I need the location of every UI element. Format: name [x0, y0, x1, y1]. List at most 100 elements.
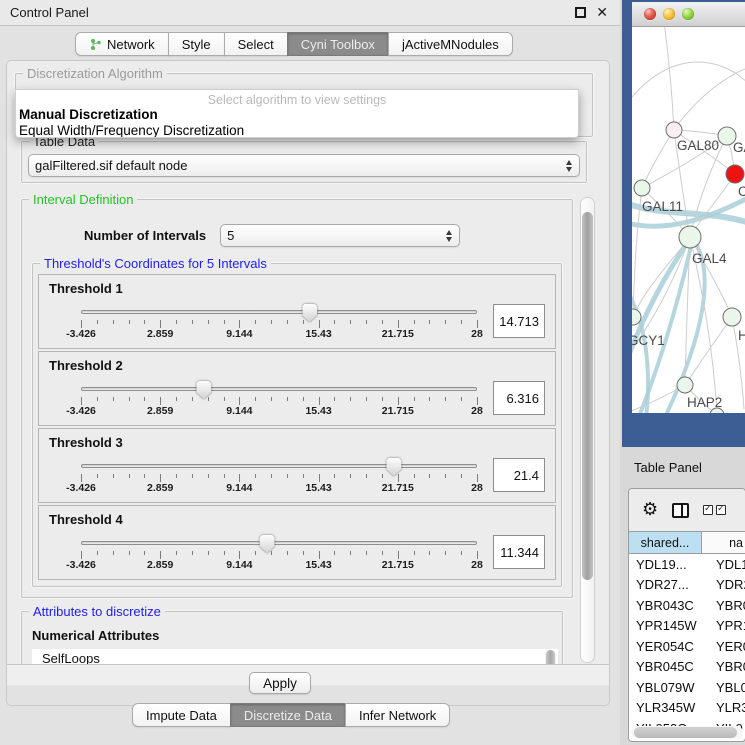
- number-of-intervals-value: 5: [227, 228, 234, 243]
- cell-shared-name: YER054C: [629, 639, 702, 654]
- network-node[interactable]: [634, 180, 650, 196]
- tick-mark: [160, 320, 161, 328]
- network-node[interactable]: [726, 165, 744, 183]
- tick-mark: [303, 320, 304, 324]
- threshold-slider-row: -3.4262.8599.14415.4321.71528 11.344: [49, 534, 545, 570]
- network-edge[interactable]: [664, 27, 674, 130]
- tab-cyni-toolbox[interactable]: Cyni Toolbox: [287, 32, 389, 56]
- tick-mark: [208, 474, 209, 478]
- slider-track[interactable]: [81, 310, 477, 314]
- tick-mark: [445, 551, 446, 555]
- slider-track[interactable]: [81, 541, 477, 545]
- tick-mark: [319, 474, 320, 482]
- tick-mark: [366, 320, 367, 324]
- table-body: YDL19...YDL1YDR27...YDR2YBR043CYBR0YPR14…: [629, 554, 745, 739]
- tick-mark: [271, 551, 272, 555]
- table-row[interactable]: YLR345WYLR3: [629, 698, 745, 719]
- slider-tick-labels: -3.4262.8599.14415.4321.71528: [81, 559, 477, 571]
- tab-network[interactable]: Network: [75, 32, 169, 56]
- tick-label: 9.144: [226, 482, 252, 494]
- table-row[interactable]: YBR045CYBR0: [629, 657, 745, 678]
- tick-mark: [81, 320, 82, 328]
- table-row[interactable]: YBR043CYBR0: [629, 595, 745, 616]
- cell-shared-name: YDL19...: [629, 557, 702, 572]
- network-node[interactable]: [723, 308, 741, 326]
- threshold-slider[interactable]: -3.4262.8599.14415.4321.71528: [81, 457, 477, 493]
- table-row[interactable]: YDL19...YDL1: [629, 554, 745, 575]
- algorithm-option[interactable]: Manual Discretization: [16, 107, 578, 123]
- threshold-panel: Threshold 2 -3.4262.8599.14415.4321.71528…: [38, 351, 556, 426]
- table-row[interactable]: YER054CYER0: [629, 636, 745, 657]
- tick-mark: [414, 320, 415, 324]
- node-label: GAL11: [642, 199, 683, 214]
- tick-mark: [192, 397, 193, 401]
- threshold-value-field[interactable]: 6.316: [493, 381, 545, 415]
- network-view-window[interactable]: GAL80GAGAL11CGAL4GCY1HHAP2: [622, 0, 745, 447]
- tick-mark: [445, 320, 446, 324]
- minimize-light-icon[interactable]: [663, 8, 675, 20]
- threshold-value-field[interactable]: 14.713: [493, 304, 545, 338]
- tick-mark: [192, 551, 193, 555]
- tick-label: 2.859: [147, 405, 173, 417]
- threshold-slider[interactable]: -3.4262.8599.14415.4321.71528: [81, 303, 477, 339]
- slider-track[interactable]: [81, 387, 477, 391]
- attributes-group-label: Attributes to discretize: [29, 604, 165, 619]
- slider-tick-labels: -3.4262.8599.14415.4321.71528: [81, 328, 477, 340]
- tick-mark: [461, 551, 462, 555]
- tick-mark: [239, 551, 240, 559]
- network-edge[interactable]: [674, 67, 745, 130]
- checkbox-icon[interactable]: [703, 505, 713, 515]
- table-row[interactable]: YDR27...YDR2: [629, 575, 745, 596]
- network-edge[interactable]: [632, 62, 745, 105]
- threshold-slider[interactable]: -3.4262.8599.14415.4321.71528: [81, 534, 477, 570]
- tab-discretize-data[interactable]: Discretize Data: [230, 703, 346, 727]
- network-node[interactable]: [666, 122, 682, 138]
- tick-mark: [303, 397, 304, 401]
- tick-mark: [113, 320, 114, 324]
- network-edge[interactable]: [690, 237, 732, 317]
- table-row[interactable]: YPR145WYPR1: [629, 616, 745, 637]
- network-node[interactable]: [677, 377, 693, 393]
- table-data-combobox[interactable]: galFiltered.sif default node: [28, 154, 580, 177]
- table-toolbar: [629, 489, 745, 531]
- tab-jactivemnodules[interactable]: jActiveMNodules: [388, 32, 513, 56]
- close-light-icon[interactable]: [644, 8, 656, 20]
- table-horizontal-scrollbar[interactable]: [631, 726, 743, 739]
- network-canvas[interactable]: GAL80GAGAL11CGAL4GCY1HHAP2: [632, 27, 745, 413]
- zoom-light-icon[interactable]: [682, 8, 694, 20]
- tab-label: Select: [238, 37, 274, 52]
- close-panel-icon[interactable]: ✕: [596, 7, 608, 18]
- tab-infer-network[interactable]: Infer Network: [345, 703, 450, 727]
- apply-strip: Apply: [7, 664, 609, 705]
- algorithm-popup-hint: Select algorithm to view settings: [16, 93, 578, 107]
- apply-button[interactable]: Apply: [249, 672, 311, 694]
- settings-scrollbar[interactable]: [580, 197, 595, 663]
- tab-style[interactable]: Style: [168, 32, 225, 56]
- tab-select[interactable]: Select: [224, 32, 288, 56]
- column-visibility-icons[interactable]: [703, 505, 726, 515]
- threshold-slider[interactable]: -3.4262.8599.14415.4321.71528: [81, 380, 477, 416]
- tick-label: 21.715: [382, 482, 414, 494]
- float-panel-icon[interactable]: [575, 7, 586, 18]
- algorithm-option[interactable]: Equal Width/Frequency Discretization: [16, 123, 578, 139]
- column-header[interactable]: na: [702, 532, 745, 553]
- tick-label: 9.144: [226, 559, 252, 571]
- table-row[interactable]: YBL079WYBL0: [629, 677, 745, 698]
- algorithm-popup-options: Manual DiscretizationEqual Width/Frequen…: [16, 107, 578, 138]
- tick-mark: [319, 397, 320, 405]
- slider-tick-labels: -3.4262.8599.14415.4321.71528: [81, 405, 477, 417]
- threshold-value-field[interactable]: 11.344: [493, 535, 545, 569]
- split-columns-icon[interactable]: [672, 503, 689, 518]
- number-of-intervals-combobox[interactable]: 5: [220, 224, 460, 247]
- checkbox-icon[interactable]: [716, 505, 726, 515]
- column-header[interactable]: shared...: [629, 532, 702, 553]
- threshold-title: Threshold 2: [49, 358, 545, 373]
- tab-label: Discretize Data: [244, 708, 332, 723]
- gear-icon[interactable]: [642, 501, 658, 520]
- slider-track[interactable]: [81, 464, 477, 468]
- threshold-value-field[interactable]: 21.4: [493, 458, 545, 492]
- tick-mark: [113, 397, 114, 401]
- tab-impute-data[interactable]: Impute Data: [132, 703, 231, 727]
- network-node[interactable]: [679, 226, 701, 248]
- cell-shared-name: YLR345W: [629, 700, 702, 715]
